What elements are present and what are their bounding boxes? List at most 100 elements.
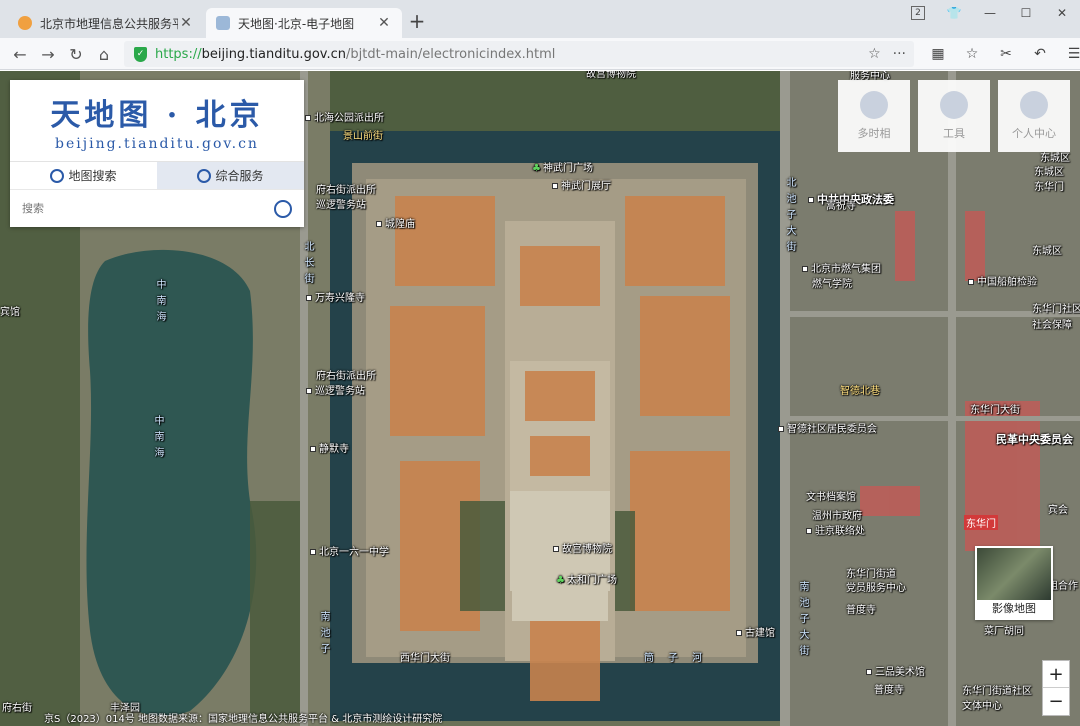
map-label[interactable]: 中国船舶检验 (968, 273, 1037, 288)
map-label[interactable]: 北京一六一中学 (310, 543, 389, 558)
layer-switch[interactable]: 影像地图 (975, 546, 1053, 620)
map-label[interactable]: 城隍庙 (376, 215, 415, 230)
tab-title: 北京市地理信息公共服务平台 (40, 16, 178, 31)
undo-icon[interactable]: ↶ (1028, 42, 1052, 66)
search-circle-icon (50, 168, 65, 183)
map-label[interactable]: 智德北巷 (840, 382, 880, 397)
map-label[interactable]: 万寿兴隆寺 (306, 289, 365, 304)
map-label[interactable]: 府右街 (2, 699, 32, 714)
map-label[interactable]: 太和门广场 (556, 571, 617, 586)
map-label[interactable]: 东华门 (1034, 178, 1064, 193)
map-label[interactable]: 东城区 (1034, 163, 1064, 178)
tools-button[interactable]: 工具 (918, 80, 990, 152)
map-label[interactable]: 东华门社区 (1032, 300, 1080, 315)
map-label[interactable]: 东华门 (964, 515, 998, 530)
more-icon[interactable]: ··· (893, 46, 906, 62)
shirt-icon[interactable]: 👕 (936, 0, 972, 26)
forward-button[interactable]: → (36, 42, 60, 66)
search-icon[interactable] (274, 199, 292, 218)
window-controls: 2 👕 — ☐ ✕ (900, 0, 1080, 26)
map-label[interactable]: 景山前街 (343, 127, 383, 142)
tab-count-button[interactable]: 2 (900, 0, 936, 26)
map-label[interactable]: 故宫博物院 (586, 71, 636, 80)
tab-count-badge: 2 (911, 6, 925, 20)
map-label[interactable]: 北池子大街 (782, 177, 797, 257)
logo-title: 天地图 · 北京 (50, 97, 264, 133)
map-label[interactable]: 宾会 (1048, 501, 1068, 516)
map-label[interactable]: 社会保障 (1032, 316, 1072, 331)
map-label[interactable]: 静默寺 (310, 440, 349, 455)
imagery-thumbnail (977, 548, 1051, 600)
map-label[interactable]: 民革中央委员会 (996, 431, 1073, 447)
star-icon[interactable]: ☆ (868, 46, 881, 62)
map-label[interactable]: 南池子 (316, 611, 331, 659)
tab-services[interactable]: 综合服务 (157, 162, 304, 189)
user-icon (1020, 91, 1048, 119)
map-label[interactable]: 温州市政府 (812, 507, 862, 522)
maximize-button[interactable]: ☐ (1008, 0, 1044, 26)
map-label[interactable]: 北长街 (300, 241, 315, 289)
map-label[interactable]: 东城区 (1032, 242, 1062, 257)
scissors-icon[interactable]: ✂ (994, 42, 1018, 66)
tab-map-search[interactable]: 地图搜索 (10, 162, 157, 189)
new-tab-button[interactable]: + (406, 10, 428, 34)
map-label[interactable]: 中南海 (152, 279, 167, 327)
url-icons: ☆ ··· (868, 41, 906, 67)
map-label[interactable]: 菜厂胡同 (984, 622, 1024, 637)
map-label[interactable]: 神武门展厅 (552, 177, 611, 192)
apps-grid-icon[interactable]: ▦ (926, 42, 950, 66)
tab-tianditu[interactable]: 天地图·北京-电子地图 ✕ (206, 8, 402, 38)
minimize-button[interactable]: — (972, 0, 1008, 26)
map-label[interactable]: 燃气学院 (812, 275, 852, 290)
reload-button[interactable]: ↻ (64, 42, 88, 66)
map-label[interactable]: 智德社区居民委员会 (778, 420, 877, 435)
map-label[interactable]: 古建馆 (736, 624, 775, 639)
address-bar: ← → ↻ ⌂ ✓ https://beijing.tianditu.gov.c… (0, 38, 1080, 70)
map-label[interactable]: 北京市燃气集团 (802, 260, 881, 275)
zoom-out-button[interactable]: − (1043, 688, 1069, 715)
close-icon[interactable]: ✕ (376, 15, 392, 31)
map-label[interactable]: 巡逻警务站 (316, 196, 366, 211)
close-icon[interactable]: ✕ (178, 15, 194, 31)
map-label[interactable]: 巡逻警务站 (306, 382, 365, 397)
map-label[interactable]: 普度寺 (874, 681, 904, 696)
map-label[interactable]: 神武门广场 (532, 159, 593, 174)
back-button[interactable]: ← (8, 42, 32, 66)
zoom-in-button[interactable]: + (1043, 661, 1069, 688)
menu-icon[interactable]: ☰ (1062, 42, 1080, 66)
map-label[interactable]: 驻京联络处 (806, 522, 865, 537)
map-label[interactable]: 西华门大街 (400, 649, 450, 664)
map-label[interactable]: 东华门街道 (846, 565, 896, 580)
tab-title: 天地图·北京-电子地图 (238, 16, 355, 31)
favorites-icon[interactable]: ☆ (960, 42, 984, 66)
map-label[interactable]: 筒子河 (644, 649, 716, 664)
map-label[interactable]: 宾馆 (0, 303, 20, 318)
tab-beijing-geo[interactable]: 北京市地理信息公共服务平台 ✕ (8, 8, 204, 38)
map-label[interactable]: 三品美术馆 (866, 663, 925, 678)
security-shield-icon: ✓ (134, 46, 147, 62)
url-input[interactable]: ✓ https://beijing.tianditu.gov.cn/bjtdt-… (124, 41, 914, 67)
personal-center-button[interactable]: 个人中心 (998, 80, 1070, 152)
map-label[interactable]: 南池子大街 (795, 581, 810, 661)
map-label[interactable]: 府右街派出所 (316, 367, 376, 382)
map-label[interactable]: 北海公园派出所 (305, 109, 384, 124)
clock-icon (860, 91, 888, 119)
zoom-control: + − (1042, 660, 1070, 716)
map-label[interactable]: 文书档案馆 (806, 488, 856, 503)
tianditu-logo[interactable]: 天地图 · 北京 beijing.tianditu.gov.cn (10, 80, 304, 161)
map-label[interactable]: 普度寺 (846, 601, 876, 616)
map-label[interactable]: 文体中心 (962, 697, 1002, 712)
map-label[interactable]: 府右街派出所 (316, 181, 376, 196)
map-label[interactable]: 东华门大街 (970, 401, 1020, 416)
home-button[interactable]: ⌂ (92, 42, 116, 66)
tianditu-icon (216, 16, 230, 30)
map-label[interactable]: 党员服务中心 (846, 579, 906, 594)
map-label[interactable]: 东华门街道社区 (962, 682, 1032, 697)
services-circle-icon (197, 168, 212, 183)
close-window-button[interactable]: ✕ (1044, 0, 1080, 26)
search-input[interactable] (22, 202, 274, 215)
map-label[interactable]: 嵩祝寺 (826, 197, 856, 212)
map-label[interactable]: 中南海 (150, 415, 165, 463)
map-label[interactable]: 故宫博物院 (553, 540, 612, 555)
multi-temporal-button[interactable]: 多时相 (838, 80, 910, 152)
